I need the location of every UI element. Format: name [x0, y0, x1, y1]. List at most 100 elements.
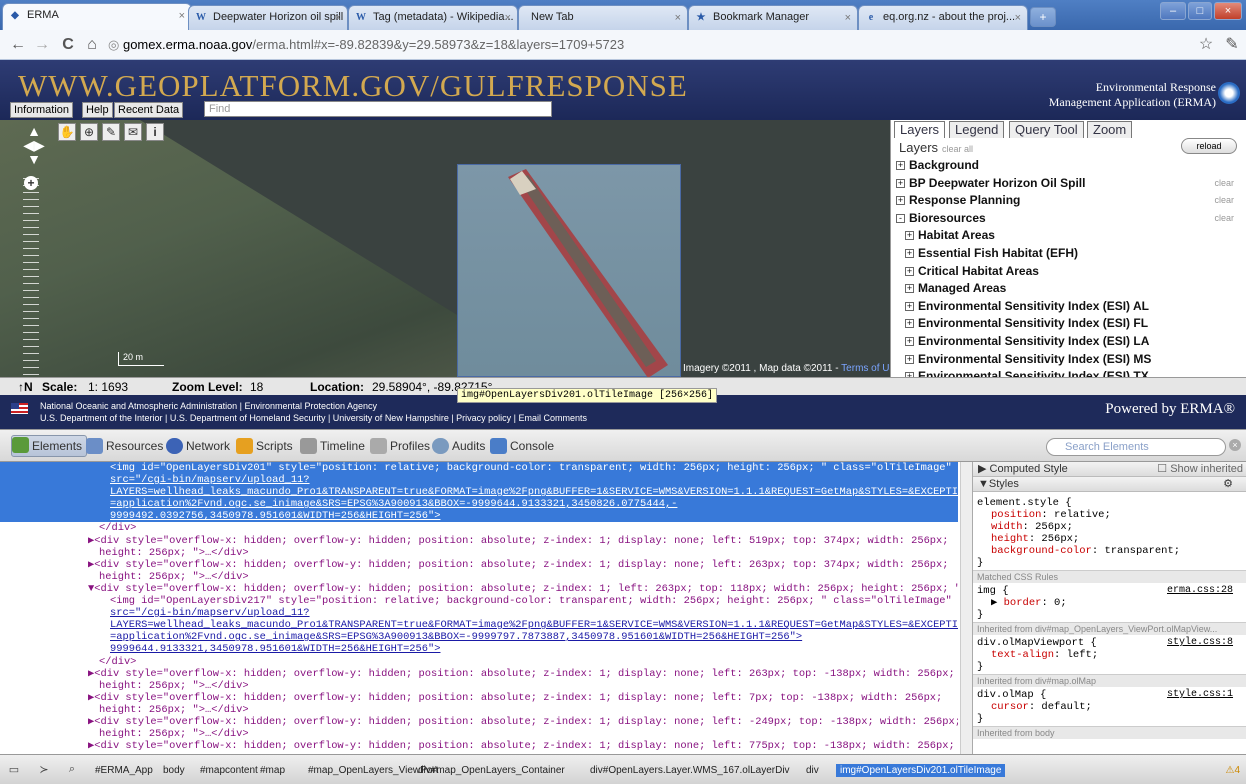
dom-node[interactable]: <img id="OpenLayersDiv217" style="positi… [0, 595, 958, 607]
breadcrumb-item[interactable]: #ERMA_App [95, 765, 153, 776]
dom-node[interactable]: 9999644.9133321,3450978.951601&WIDTH=256… [0, 643, 958, 655]
dom-attr-link[interactable]: =application%2Fvnd.ogc.se_inimage&SRS=EP… [110, 631, 802, 643]
layer-row[interactable]: + Habitat Areas [905, 228, 995, 242]
tab-layers[interactable]: Layers [894, 121, 946, 138]
home-icon[interactable]: ⌂ [82, 35, 102, 55]
bookmark-star-icon[interactable]: ☆ [1196, 35, 1216, 55]
new-tab-button[interactable]: + [1030, 7, 1056, 27]
tab-zoom[interactable]: Zoom [1087, 121, 1133, 138]
dom-node[interactable]: </div> [0, 522, 958, 534]
style-prop[interactable]: position: relative; [991, 509, 1111, 521]
tab-erma[interactable]: ◆ ERMA × [2, 3, 192, 30]
measure-icon[interactable]: ✎ [102, 123, 120, 141]
breadcrumb-item[interactable]: #mapcontent [200, 765, 258, 776]
inspect-search-icon[interactable]: ⌕ [64, 763, 80, 777]
dom-node[interactable]: ▶<div style="overflow-x: hidden; overflo… [0, 740, 958, 752]
dom-node[interactable]: height: 256px; ">…</div> [0, 728, 958, 740]
collapse-icon[interactable]: - [896, 213, 905, 223]
expand-icon[interactable]: + [905, 319, 914, 329]
expand-icon[interactable]: + [905, 337, 914, 346]
close-tab-icon[interactable]: × [675, 12, 681, 24]
breadcrumb-item[interactable]: #map [260, 765, 285, 776]
tab-network[interactable]: Network [166, 437, 230, 455]
tab-legend[interactable]: Legend [949, 121, 1005, 138]
minimize-button[interactable]: – [1160, 2, 1186, 20]
tab-bookmark-manager[interactable]: ★ Bookmark Manager × [688, 5, 858, 30]
dom-node[interactable]: ▼<div style="overflow-x: hidden; overflo… [0, 583, 958, 595]
forward-arrow-icon[interactable]: → [32, 35, 52, 55]
dom-node[interactable]: src="/cgi-bin/mapserv/upload_11? [0, 607, 958, 619]
clear-layer-link[interactable]: clear [1214, 178, 1234, 188]
help-button[interactable]: Help [82, 102, 113, 118]
selected-dom-node[interactable]: LAYERS=wellhead_leaks_macundo_Pro1&TRANS… [0, 486, 958, 499]
tab-query-tool[interactable]: Query Tool [1009, 121, 1084, 138]
selected-dom-node[interactable]: <img id="OpenLayersDiv201" style="positi… [0, 462, 958, 475]
style-prop[interactable]: width: 256px; [991, 521, 1073, 533]
source-link[interactable]: style.css:8 [1167, 637, 1233, 649]
tab-eq-org[interactable]: e eq.org.nz - about the proj... × [858, 5, 1028, 30]
source-link[interactable]: erma.css:28 [1167, 585, 1233, 597]
tab-console[interactable]: Console [490, 437, 554, 455]
zoom-box-icon[interactable]: ⊕ [80, 123, 98, 141]
layer-row[interactable]: - Bioresources [896, 211, 986, 225]
layer-row[interactable]: + Critical Habitat Areas [905, 264, 1039, 278]
close-tab-icon[interactable]: × [335, 12, 341, 24]
breadcrumb-item[interactable]: div#OpenLayers.Layer.WMS_167.olLayerDiv [590, 765, 790, 776]
footer-line2[interactable]: U.S. Department of the Interior | U.S. D… [40, 412, 587, 424]
close-window-button[interactable]: × [1214, 2, 1242, 20]
dom-node[interactable]: ▶<div style="overflow-x: hidden; overflo… [0, 668, 958, 680]
expand-icon[interactable]: + [905, 284, 914, 294]
layer-row[interactable]: + Environmental Sensitivity Index (ESI) L… [905, 334, 1149, 348]
dom-attr-link[interactable]: LAYERS=wellhead_leaks_macundo_Pro1&TRANS… [110, 486, 958, 498]
pan-control[interactable]: ▲ ◀▶ ▼ [20, 124, 48, 166]
dom-attr-link[interactable]: =application%2Fvnd.ogc.se_inimage&SRS=EP… [110, 498, 677, 510]
clear-layer-link[interactable]: clear [1214, 213, 1234, 223]
styles-header[interactable]: ▼Styles ⚙ [973, 477, 1246, 492]
tab-new-tab[interactable]: New Tab × [518, 5, 688, 30]
expand-icon[interactable]: + [905, 266, 914, 276]
clear-all-link[interactable]: clear all [942, 144, 973, 154]
reload-button[interactable]: reload [1181, 138, 1237, 154]
selected-dom-node[interactable]: 9999492.0392756,3450978.951601&WIDTH=256… [0, 510, 958, 523]
reload-icon[interactable]: C [58, 35, 78, 55]
expand-icon[interactable]: + [896, 161, 905, 170]
layer-row[interactable]: + Response Planning [896, 193, 1020, 207]
maximize-button[interactable]: □ [1188, 2, 1212, 20]
tab-profiles[interactable]: Profiles [370, 437, 430, 455]
tab-tag-metadata[interactable]: W Tag (metadata) - Wikipedia... × [348, 5, 518, 30]
dom-attr-link[interactable]: LAYERS=wellhead_leaks_macundo_Pro1&TRANS… [110, 619, 958, 631]
address-bar[interactable]: ◎ gomex.erma.noaa.gov/erma.html#x=-89.82… [108, 34, 1188, 56]
layer-row[interactable]: + Essential Fish Habitat (EFH) [905, 246, 1078, 260]
layer-row[interactable]: + Environmental Sensitivity Index (ESI) F… [905, 316, 1148, 330]
find-input[interactable]: Find [204, 101, 552, 117]
tab-audits[interactable]: Audits [432, 437, 485, 455]
dom-attr-link[interactable]: 9999644.9133321,3450978.951601&WIDTH=256… [110, 643, 440, 655]
annotation-icon[interactable]: ✉ [124, 123, 142, 141]
dom-node[interactable]: height: 256px; ">…</div> [0, 571, 958, 583]
zoom-slider[interactable] [23, 178, 39, 377]
show-inherited-toggle[interactable]: ☐ Show inherited [1157, 462, 1243, 476]
dom-node[interactable]: =application%2Fvnd.ogc.se_inimage&SRS=EP… [0, 631, 958, 643]
computed-style-header[interactable]: ▶ Computed Style ☐ Show inherited [973, 462, 1246, 477]
layer-row[interactable]: + Environmental Sensitivity Index (ESI) A… [905, 299, 1149, 313]
dom-attr-link[interactable]: 9999492.0392756,3450978.951601&WIDTH=256… [110, 510, 440, 522]
layer-row[interactable]: + Background [896, 158, 979, 172]
terms-link[interactable]: Terms of Use [841, 363, 890, 374]
style-prop[interactable]: background-color: transparent; [991, 545, 1180, 557]
dom-node[interactable]: ▶<div style="overflow-x: hidden; overflo… [0, 692, 958, 704]
tab-scripts[interactable]: Scripts [236, 437, 293, 455]
close-tab-icon[interactable]: × [1015, 12, 1021, 24]
expand-icon[interactable]: + [905, 301, 914, 311]
dom-node[interactable]: height: 256px; ">…</div> [0, 680, 958, 692]
dom-attr-link[interactable]: src="/cgi-bin/mapserv/upload_11? [110, 607, 310, 619]
search-elements-input[interactable]: Search Elements [1046, 438, 1226, 456]
layer-row[interactable]: + Environmental Sensitivity Index (ESI) M… [905, 352, 1151, 366]
clear-search-icon[interactable]: × [1229, 439, 1241, 451]
console-toggle-icon[interactable]: ≻ [36, 763, 52, 777]
dom-attr-link[interactable]: src="/cgi-bin/mapserv/upload_11? [110, 474, 310, 486]
expand-icon[interactable]: + [905, 354, 914, 364]
dock-icon[interactable]: ▭ [6, 763, 22, 777]
dom-node[interactable]: LAYERS=wellhead_leaks_macundo_Pro1&TRANS… [0, 619, 958, 631]
gear-icon[interactable]: ⚙ [1223, 477, 1233, 491]
info-icon[interactable]: i [146, 123, 164, 141]
